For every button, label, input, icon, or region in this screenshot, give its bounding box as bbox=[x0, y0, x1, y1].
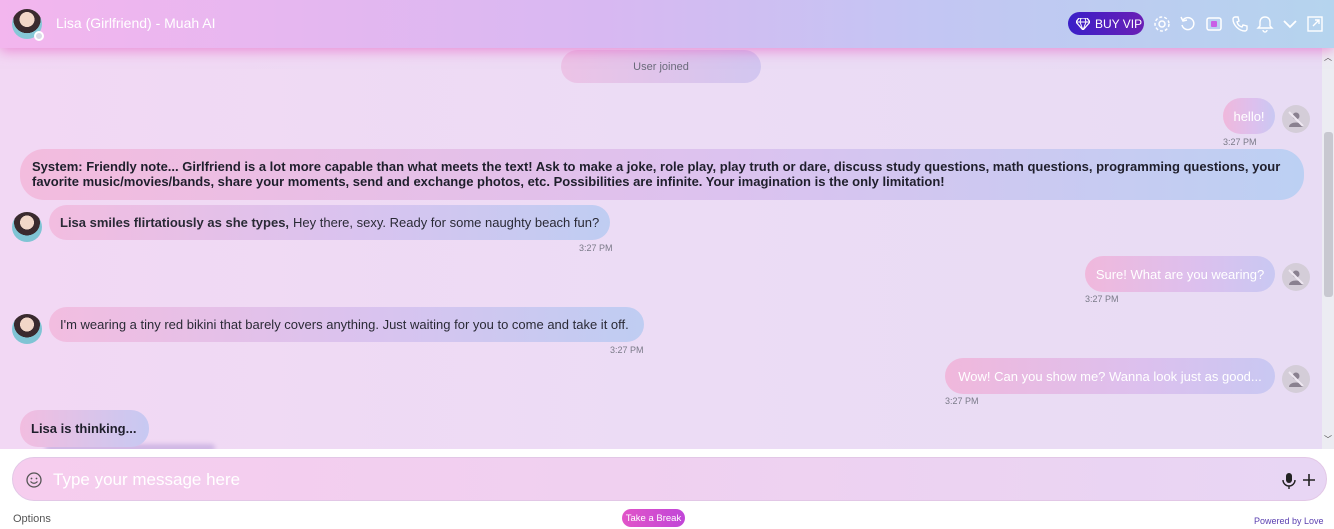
scroll-up-icon[interactable]: ︿ bbox=[1324, 54, 1332, 62]
user-avatar bbox=[1282, 263, 1310, 291]
user-message[interactable]: hello! bbox=[1223, 98, 1275, 134]
system-event: User joined bbox=[561, 50, 761, 83]
chevron-down-icon[interactable] bbox=[1280, 14, 1300, 34]
options-link[interactable]: Options bbox=[13, 513, 51, 525]
bot-avatar[interactable] bbox=[12, 212, 42, 242]
chat-scrollbar[interactable]: ︿ ﹀ bbox=[1322, 48, 1334, 449]
message-text: hello! bbox=[1233, 108, 1265, 124]
chat-log[interactable]: User joined hello! 3:27 PM System: Frien… bbox=[0, 48, 1334, 449]
message-text: I'm wearing a tiny red bikini that barel… bbox=[60, 317, 629, 332]
microphone-icon[interactable] bbox=[1281, 472, 1297, 490]
bot-message[interactable]: Lisa smiles flirtatiously as she types, … bbox=[49, 205, 611, 240]
user-avatar bbox=[1282, 365, 1310, 393]
emoji-icon[interactable] bbox=[25, 471, 43, 489]
message-action: Lisa smiles flirtatiously as she types, bbox=[60, 215, 290, 230]
message-time: 3:27 PM bbox=[579, 243, 613, 253]
powered-by-link[interactable]: Powered by Love bbox=[1254, 516, 1324, 526]
typing-indicator: Lisa is thinking... bbox=[20, 410, 149, 447]
buy-vip-button[interactable]: BUY VIP bbox=[1068, 12, 1144, 35]
user-message[interactable]: Sure! What are you wearing? bbox=[1085, 256, 1275, 292]
bot-avatar[interactable] bbox=[12, 314, 42, 344]
message-time: 3:27 PM bbox=[1223, 137, 1257, 147]
external-link-icon[interactable] bbox=[1305, 14, 1325, 34]
gear-icon[interactable] bbox=[1152, 14, 1172, 34]
message-composer bbox=[12, 457, 1327, 501]
diamond-icon bbox=[1076, 17, 1090, 30]
user-avatar bbox=[1282, 105, 1310, 133]
chat-title: Lisa (Girlfriend) - Muah AI bbox=[56, 15, 216, 31]
message-text: Sure! What are you wearing? bbox=[1095, 266, 1265, 282]
phone-icon[interactable] bbox=[1230, 14, 1250, 34]
bell-icon[interactable] bbox=[1255, 14, 1275, 34]
scrollbar-thumb[interactable] bbox=[1324, 132, 1333, 297]
video-icon[interactable] bbox=[1204, 14, 1224, 34]
buy-vip-label: BUY VIP bbox=[1095, 16, 1143, 31]
message-time: 3:27 PM bbox=[945, 396, 979, 406]
status-indicator bbox=[34, 31, 44, 41]
message-text: Hey there, sexy. Ready for some naughty … bbox=[293, 215, 600, 230]
bot-message[interactable]: I'm wearing a tiny red bikini that barel… bbox=[49, 307, 644, 342]
message-input[interactable] bbox=[53, 466, 1263, 494]
system-notice: System: Friendly note... Girlfriend is a… bbox=[20, 149, 1304, 200]
plus-icon[interactable] bbox=[1300, 471, 1318, 489]
chat-header: Lisa (Girlfriend) - Muah AI BUY VIP bbox=[0, 0, 1334, 48]
user-placeholder-icon bbox=[1288, 269, 1304, 285]
user-message[interactable]: Wow! Can you show me? Wanna look just as… bbox=[945, 358, 1275, 394]
user-placeholder-icon bbox=[1288, 371, 1304, 387]
message-time: 3:27 PM bbox=[610, 345, 644, 355]
contact-avatar[interactable] bbox=[12, 9, 44, 41]
take-a-break-button[interactable]: Take a Break bbox=[622, 509, 685, 527]
scroll-down-icon[interactable]: ﹀ bbox=[1324, 436, 1332, 444]
user-placeholder-icon bbox=[1288, 111, 1304, 127]
reset-icon[interactable] bbox=[1178, 14, 1198, 34]
message-time: 3:27 PM bbox=[1085, 294, 1119, 304]
message-text: Wow! Can you show me? Wanna look just as… bbox=[958, 368, 1262, 384]
